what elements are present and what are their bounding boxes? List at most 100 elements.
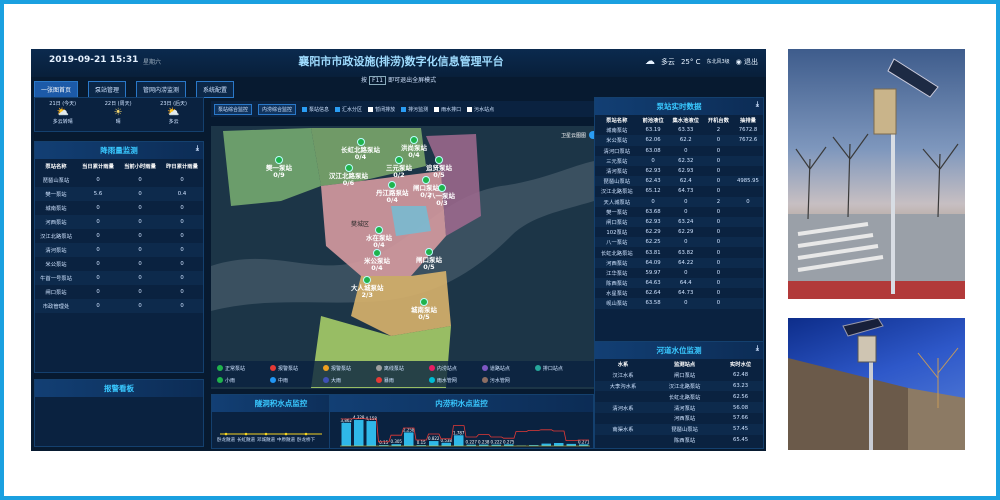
table-cell: 0 — [703, 176, 733, 187]
realtime-table: 泵站名称 前池液位 集水池液位 开机台数 抽排量 城南泵站 63.19 63.33 2 7672… — [595, 115, 763, 309]
map-station[interactable]: 丹江路泵站 0/4 — [376, 181, 409, 204]
station-count: 2/3 — [361, 291, 373, 299]
tab-network-monitoring[interactable]: 管网内涝监测 — [136, 81, 187, 98]
layer-label: 污水站点 — [474, 106, 495, 113]
map-station[interactable]: 城南泵站 0/5 — [411, 298, 437, 321]
table-cell: 0 — [180, 289, 184, 295]
table-cell: 琵琶山泵站 — [42, 178, 70, 184]
table-cell: 0 — [96, 205, 100, 211]
station-count: 0/2 — [393, 171, 405, 179]
layer-checkbox[interactable]: 泵站信息 — [302, 106, 329, 113]
map-station[interactable]: 三元泵站 0/2 — [386, 156, 412, 179]
legend-label: 道路站点 — [489, 365, 510, 372]
layer-label: 汇水分区 — [342, 106, 363, 113]
table-cell: 0 — [703, 278, 733, 289]
map-station[interactable]: 水在泵站 0/4 — [366, 226, 392, 249]
sun-icon: ☀ — [113, 107, 123, 118]
table-row: 陈西泵站 64.63 64.4 0 — [595, 278, 763, 289]
table-cell: 0 — [77, 299, 119, 313]
table-cell — [733, 268, 763, 278]
legend-item: 正常泵站 — [217, 363, 270, 373]
checkbox-icon — [467, 106, 473, 112]
logout-button[interactable]: ◉ 退出 — [736, 57, 758, 67]
layer-label: 暂闭排放 — [375, 106, 396, 113]
table-row: 大李沟水系 汉江北路泵站 63.23 — [595, 380, 763, 392]
layer-checkbox[interactable]: 暂闭排放 — [368, 106, 395, 113]
city-map[interactable]: 樊城区 樊一泵站 0/9 长虹北路泵站 0/4 洪尚泵站 0/4 汉江北路泵站 0/6 三元泵站… — [211, 126, 594, 389]
table-cell: 62.25 — [638, 237, 668, 248]
legend-swatch-icon — [481, 377, 488, 383]
legend-label: 污水管网 — [489, 377, 510, 384]
map-station[interactable]: 樊一泵站 0/9 — [266, 156, 292, 179]
table-cell: 0 — [716, 208, 721, 215]
table-cell: 樊一泵站 — [606, 209, 628, 216]
table-cell: 0 — [703, 257, 733, 268]
tab-pump-management[interactable]: 泵站管理 — [88, 81, 127, 98]
table-cell: 0 — [161, 299, 203, 313]
download-icon[interactable]: ⤓ — [756, 344, 759, 353]
map-station[interactable]: 大人城泵站 2/3 — [351, 276, 384, 299]
table-cell: 0 — [96, 177, 100, 183]
bar — [429, 441, 439, 446]
table-cell: 2 — [703, 196, 733, 207]
wall-side — [908, 388, 965, 450]
legend-label: 报警泵站 — [330, 365, 351, 372]
table-row: 南渠水系 琵琶山泵站 57.45 — [595, 423, 763, 435]
data-label: 0.227 — [466, 440, 478, 445]
tick-label: 鼓楼路 — [529, 448, 540, 449]
forecast-day: 21日 (今天) ⛅ 多云转晴 — [35, 100, 90, 125]
table-cell: 62.48 — [733, 372, 749, 379]
table-row: 天人城泵站 0 0 2 0 — [595, 196, 763, 207]
pump-pin-icon — [438, 184, 446, 192]
table-cell: 64.63 — [638, 278, 668, 289]
pump-monitor-button[interactable]: 泵站综合监控 — [214, 103, 253, 115]
table-cell: 64.22 — [667, 257, 704, 268]
download-icon[interactable]: ⤓ — [756, 100, 759, 109]
bar — [454, 435, 464, 446]
table-cell — [595, 435, 651, 446]
table-cell — [732, 237, 763, 248]
tick-label: 建设路 — [416, 448, 427, 449]
tick-label: 前进路 — [366, 448, 377, 449]
flood-monitor-button[interactable]: 内涝综合监控 — [258, 103, 297, 115]
map-station[interactable]: 米公泵站 0/4 — [364, 249, 390, 272]
table-row: 汉江北路泵站 65.12 64.73 0 — [595, 186, 763, 196]
table-cell: 0 — [138, 177, 142, 183]
tab-home[interactable]: 一张图首页 — [34, 81, 79, 98]
tick-label: 汉江北路 — [377, 448, 391, 449]
table-cell: 长虹北路泵站 — [668, 394, 701, 401]
table-cell: 64.73 — [678, 188, 694, 195]
station-count: 0/5 — [423, 263, 435, 271]
map-station[interactable]: 长虹北路泵站 0/4 — [341, 138, 380, 161]
table-cell: 65.45 — [733, 436, 749, 443]
map-station[interactable]: 汉江北路泵站 0/6 — [329, 164, 368, 187]
table-cell: 63.81 — [645, 249, 661, 256]
layer-checkbox[interactable]: 汇水分区 — [335, 106, 362, 113]
tab-system-config[interactable]: 系统配置 — [196, 81, 235, 98]
table-row: 琵琶山泵站 0 0 0 — [35, 173, 203, 187]
flood-panel-title: 内涝积水点监控 — [330, 395, 593, 412]
table-cell: 4985.95 — [732, 176, 763, 187]
download-icon[interactable]: ⤓ — [196, 144, 199, 153]
sun-cloud-icon: ⛅ — [56, 107, 69, 118]
table-cell: 牛首一号泵站 — [35, 271, 77, 285]
table-cell: 0 — [119, 215, 161, 229]
legend-item: 排口站点 — [534, 363, 588, 373]
layer-checkbox[interactable]: 排污监测 — [401, 106, 428, 113]
table-cell — [733, 227, 763, 237]
level-panel: 河道水位监测 ⤓ 水系 监测站点 实时水位 汉江水系 闸口泵站 62.48 大李沟水系 汉江北… — [594, 341, 764, 449]
layer-checkbox[interactable]: 污水站点 — [467, 106, 494, 113]
layer-checkbox[interactable]: 雨水排口 — [434, 106, 461, 113]
tick-label: 春园路 — [504, 448, 515, 449]
map-station[interactable]: 闸口泵站 0/5 — [416, 248, 442, 271]
column-header: 集水池液位 — [672, 118, 700, 125]
table-row: 城南泵站 0 0 0 — [35, 201, 203, 215]
table-cell: 琵琶山泵站 — [651, 423, 719, 435]
legend-item: 污水管网 — [481, 375, 535, 385]
map-station[interactable]: 八一泵站 0/3 — [429, 184, 455, 207]
legend-swatch-icon — [322, 377, 329, 383]
header-bar: 2019-09-21 15:31 星期六 襄阳市市政设施(排涝)数字化信息管理平… — [31, 49, 766, 77]
bar — [441, 442, 451, 446]
tick-label: 清河路 — [441, 448, 452, 449]
table-cell — [732, 257, 763, 268]
